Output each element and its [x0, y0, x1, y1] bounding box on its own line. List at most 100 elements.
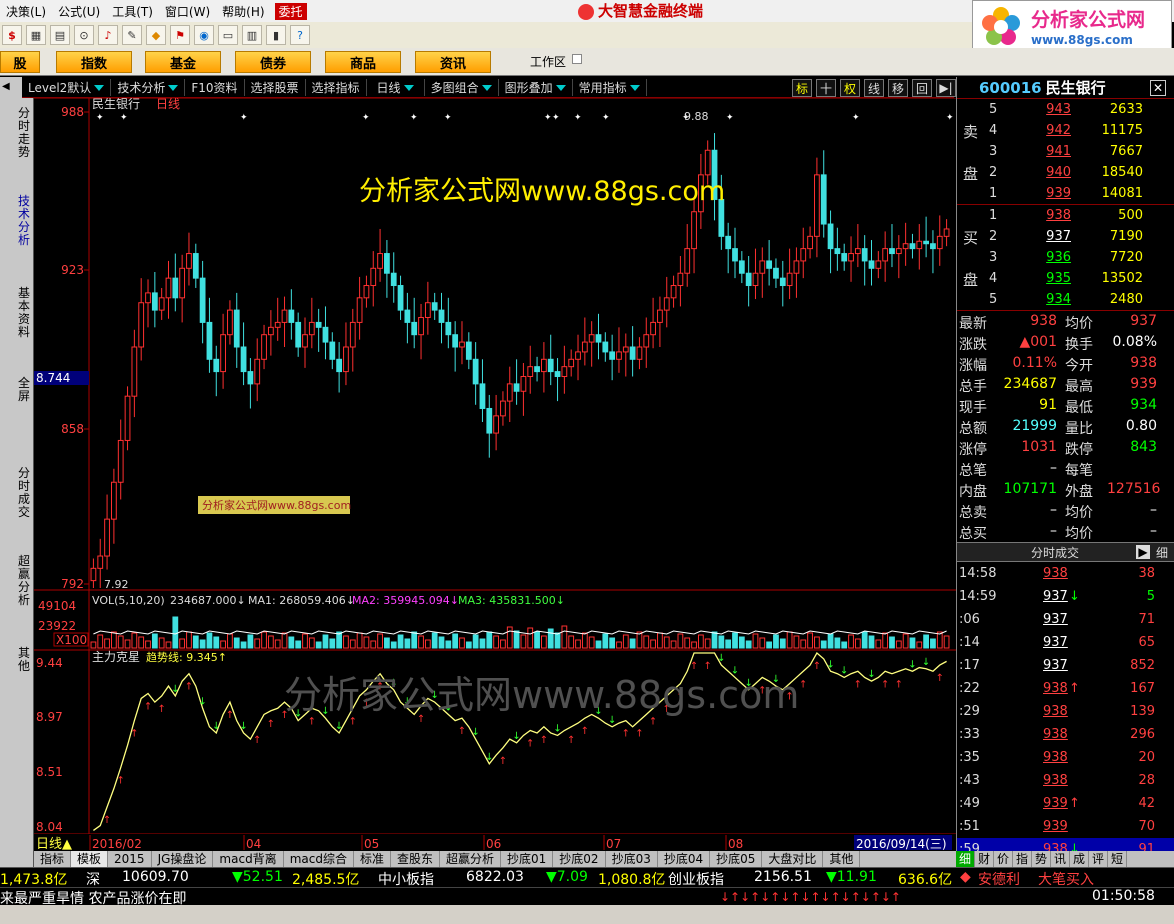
volume-bar[interactable]: [459, 637, 465, 649]
volume-bar[interactable]: [547, 628, 554, 649]
tab-fund[interactable]: 基金: [145, 51, 221, 73]
globe-icon[interactable]: ◉: [194, 25, 214, 45]
panel-tab[interactable]: 讯: [1051, 851, 1070, 867]
volume-bar[interactable]: [172, 616, 179, 649]
volume-bar[interactable]: [725, 639, 732, 649]
candle-body[interactable]: [267, 326, 274, 336]
volume-bar[interactable]: [438, 636, 445, 649]
sidebar-tab-fundamentals[interactable]: 基本资料: [17, 287, 31, 339]
volume-bar[interactable]: [895, 640, 902, 649]
volume-bar[interactable]: [691, 641, 697, 649]
candle-body[interactable]: [356, 297, 363, 323]
volume-bar[interactable]: [138, 636, 145, 649]
volume-bar[interactable]: [90, 641, 97, 649]
candle-body[interactable]: [561, 366, 568, 378]
order-book-row[interactable]: 3 941 7667: [957, 141, 1174, 162]
collapse-left-icon[interactable]: ◀: [2, 81, 10, 92]
volume-bar[interactable]: [418, 635, 424, 649]
volume-bar[interactable]: [465, 641, 472, 649]
panel-tab[interactable]: 短: [1108, 851, 1127, 867]
volume-bar[interactable]: [261, 631, 267, 649]
grid-icon[interactable]: ▥: [242, 25, 262, 45]
line-button[interactable]: 线: [864, 79, 884, 97]
candle-body[interactable]: [308, 321, 315, 336]
candle-body[interactable]: [158, 297, 165, 311]
tab-index[interactable]: 指数: [56, 51, 132, 73]
candle-body[interactable]: [930, 243, 936, 250]
technical-analysis-menu[interactable]: 技术分析: [111, 78, 186, 96]
candle-body[interactable]: [882, 248, 889, 262]
volume-bar[interactable]: [322, 634, 329, 649]
candle-body[interactable]: [814, 174, 820, 237]
workzone-dropdown-icon[interactable]: [572, 54, 582, 64]
volume-bar[interactable]: [575, 639, 581, 649]
indicator-tab[interactable]: 模板: [71, 851, 109, 867]
tick-row[interactable]: :17 937 852: [957, 654, 1174, 677]
sidebar-tab-fullscreen[interactable]: 全屏: [17, 377, 31, 403]
volume-bar[interactable]: [329, 638, 336, 649]
candle-body[interactable]: [759, 260, 766, 274]
candle-body[interactable]: [800, 248, 807, 262]
candle-body[interactable]: [527, 366, 534, 378]
rights-button[interactable]: 权: [840, 79, 860, 97]
tick-row[interactable]: 14:59 937 ↓ 5: [957, 585, 1174, 608]
candle-body[interactable]: [848, 253, 854, 262]
volume-bar[interactable]: [773, 634, 779, 649]
volume-bar[interactable]: [233, 637, 240, 649]
bars-icon[interactable]: ▮: [266, 25, 286, 45]
indicator-tab[interactable]: 查股东: [391, 851, 440, 867]
volume-bar[interactable]: [534, 631, 540, 649]
candle-body[interactable]: [151, 292, 158, 311]
overlay-menu[interactable]: 图形叠加: [499, 78, 573, 96]
volume-bar[interactable]: [227, 633, 233, 649]
volume-bar[interactable]: [397, 634, 404, 649]
panel-tab[interactable]: 成: [1070, 851, 1089, 867]
menu-item-window[interactable]: 窗口(W): [159, 3, 216, 20]
tick-row[interactable]: 14:58 938 38: [957, 562, 1174, 585]
volume-bar[interactable]: [267, 635, 274, 649]
end-button[interactable]: ▶|: [936, 79, 956, 97]
candle-body[interactable]: [595, 334, 602, 343]
panel-tab[interactable]: 指: [1013, 851, 1032, 867]
candle-body[interactable]: [820, 174, 827, 225]
candle-body[interactable]: [206, 321, 213, 360]
candle-body[interactable]: [889, 248, 895, 255]
volume-bar[interactable]: [923, 634, 930, 649]
volume-bar[interactable]: [370, 640, 377, 649]
volume-bar[interactable]: [609, 637, 616, 649]
candle-body[interactable]: [452, 334, 459, 348]
candle-body[interactable]: [841, 253, 848, 262]
chart-icon[interactable]: ▤: [50, 25, 70, 45]
candle-body[interactable]: [868, 260, 875, 269]
volume-bar[interactable]: [404, 638, 411, 649]
sidebar-tab-other[interactable]: 其他: [17, 647, 31, 673]
menu-item-formula[interactable]: 公式(U): [52, 3, 106, 20]
diamond-icon[interactable]: ◆: [146, 25, 166, 45]
order-book-row[interactable]: 4 942 11175: [957, 120, 1174, 141]
volume-bar[interactable]: [902, 633, 909, 649]
candle-body[interactable]: [500, 400, 506, 417]
volume-bar[interactable]: [452, 633, 459, 649]
candle-body[interactable]: [145, 292, 151, 304]
volume-bar[interactable]: [595, 640, 602, 649]
tick-row[interactable]: :51 939 70: [957, 815, 1174, 838]
candle-body[interactable]: [302, 334, 308, 348]
indicator-tab[interactable]: 抄底01: [501, 851, 554, 867]
candle-body[interactable]: [745, 272, 752, 287]
candle-body[interactable]: [465, 341, 472, 360]
volume-bar[interactable]: [616, 641, 622, 649]
volume-bar[interactable]: [308, 637, 315, 649]
tab-commodity[interactable]: 商品: [325, 51, 401, 73]
candle-body[interactable]: [424, 302, 431, 318]
volume-bar[interactable]: [179, 638, 186, 649]
weituo-button[interactable]: 委托: [274, 2, 307, 20]
candle-body[interactable]: [786, 272, 793, 287]
candle-body[interactable]: [622, 346, 629, 353]
volume-bar[interactable]: [424, 639, 431, 649]
volume-bar[interactable]: [240, 641, 247, 649]
edit-icon[interactable]: ✎: [122, 25, 142, 45]
volume-bar[interactable]: [793, 635, 800, 649]
alert-stock[interactable]: 安德利: [978, 869, 1020, 889]
volume-bar[interactable]: [868, 635, 875, 649]
period-menu[interactable]: 日线: [367, 78, 425, 96]
